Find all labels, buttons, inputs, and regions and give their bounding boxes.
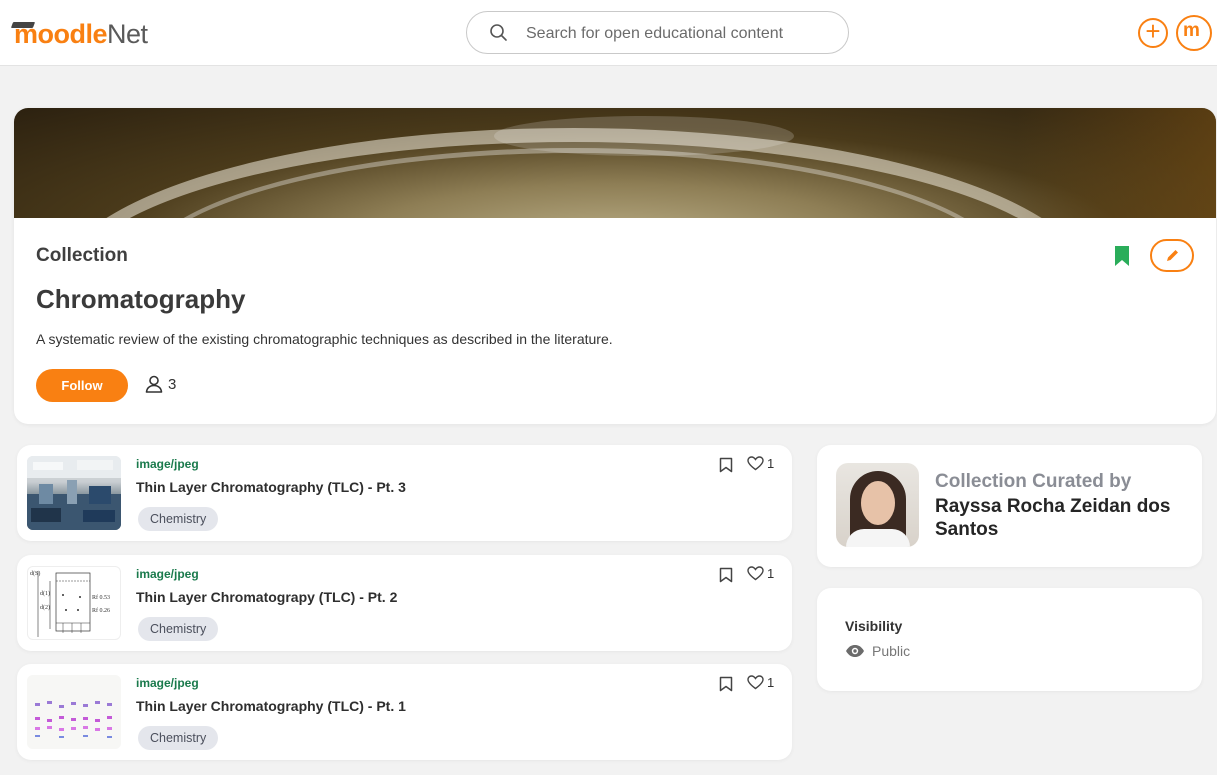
resource-card[interactable]: image/jpeg Thin Layer Chromatography (TL… <box>17 664 792 760</box>
top-header: moodle Net Search for open educational co… <box>0 0 1217 66</box>
resource-card[interactable]: d(S) d(1) d(2) Rf 0.53 Rf 0.26 image/jpe… <box>17 555 792 651</box>
bookmark-outline-icon[interactable] <box>719 676 733 692</box>
resource-type: image/jpeg <box>136 676 199 690</box>
add-content-button[interactable]: + <box>1138 18 1168 48</box>
subject-tag[interactable]: Chemistry <box>138 617 219 641</box>
visibility-label: Visibility <box>845 618 903 634</box>
resource-type: image/jpeg <box>136 567 199 581</box>
follow-button[interactable]: Follow <box>36 369 128 402</box>
moodlenet-logo[interactable]: moodle Net <box>10 18 148 50</box>
like-button[interactable]: 1 <box>747 456 774 471</box>
user-avatar-button[interactable]: m <box>1176 15 1212 51</box>
visibility-value: Public <box>872 643 911 659</box>
visibility-card: Visibility Public <box>817 588 1202 691</box>
avatar-initial: m <box>1183 20 1200 41</box>
search-icon <box>490 24 507 41</box>
heart-icon <box>747 456 764 471</box>
curated-by-label: Collection Curated by <box>935 471 1132 492</box>
like-button[interactable]: 1 <box>747 566 774 581</box>
subject-tag[interactable]: Chemistry <box>138 726 219 750</box>
bookmark-outline-icon[interactable] <box>719 567 733 583</box>
diagram-rf1-label: Rf 0.53 <box>92 594 110 601</box>
bookmark-outline-icon[interactable] <box>719 457 733 473</box>
edit-collection-button[interactable] <box>1150 239 1194 272</box>
visibility-status: Public <box>845 643 910 659</box>
collection-description: A systematic review of the existing chro… <box>36 331 613 347</box>
collection-header-card: Collection Chromatography A systematic r… <box>14 108 1216 424</box>
collection-type-label: Collection <box>36 245 128 266</box>
bookmark-icon[interactable] <box>1114 245 1130 267</box>
user-icon <box>145 375 163 393</box>
search-bar[interactable]: Search for open educational content <box>466 11 849 54</box>
collection-banner-image <box>14 108 1216 218</box>
diagram-rf2-label: Rf 0.26 <box>92 607 110 614</box>
curator-avatar[interactable] <box>836 463 919 547</box>
collection-title: Chromatography <box>36 284 246 314</box>
pencil-icon <box>1167 250 1178 261</box>
like-count: 1 <box>767 675 775 690</box>
graduation-cap-icon <box>10 22 36 28</box>
heart-icon <box>747 675 764 690</box>
follower-count-value: 3 <box>168 375 177 393</box>
search-input[interactable]: Search for open educational content <box>526 25 783 43</box>
like-count: 1 <box>767 456 775 471</box>
eye-icon <box>846 645 864 657</box>
diagram-d2-label: d(2) <box>40 604 50 611</box>
resource-title[interactable]: Thin Layer Chromatography (TLC) - Pt. 1 <box>136 698 406 714</box>
plus-icon: + <box>1145 16 1161 46</box>
diagram-d1-label: d(1) <box>40 590 50 597</box>
resource-type: image/jpeg <box>136 457 199 471</box>
like-count: 1 <box>767 566 775 581</box>
follower-count[interactable]: 3 <box>144 374 176 394</box>
curator-name-link[interactable]: Rayssa Rocha Zeidan dos Santos <box>935 495 1175 541</box>
heart-icon <box>747 566 764 581</box>
resource-card[interactable]: image/jpeg Thin Layer Chromatography (TL… <box>17 445 792 541</box>
logo-net-text: Net <box>107 19 148 49</box>
resource-thumbnail[interactable] <box>27 456 121 530</box>
resource-title[interactable]: Thin Layer Chromatography (TLC) - Pt. 3 <box>136 479 406 495</box>
subject-tag[interactable]: Chemistry <box>138 507 219 531</box>
resource-title[interactable]: Thin Layer Chromatograpy (TLC) - Pt. 2 <box>136 589 397 605</box>
resource-thumbnail[interactable] <box>27 675 121 749</box>
resource-thumbnail[interactable]: d(S) d(1) d(2) Rf 0.53 Rf 0.26 <box>27 566 121 640</box>
like-button[interactable]: 1 <box>747 675 774 690</box>
curator-card: Collection Curated by Rayssa Rocha Zeida… <box>817 445 1202 567</box>
diagram-front-label: d(S) <box>30 570 40 577</box>
